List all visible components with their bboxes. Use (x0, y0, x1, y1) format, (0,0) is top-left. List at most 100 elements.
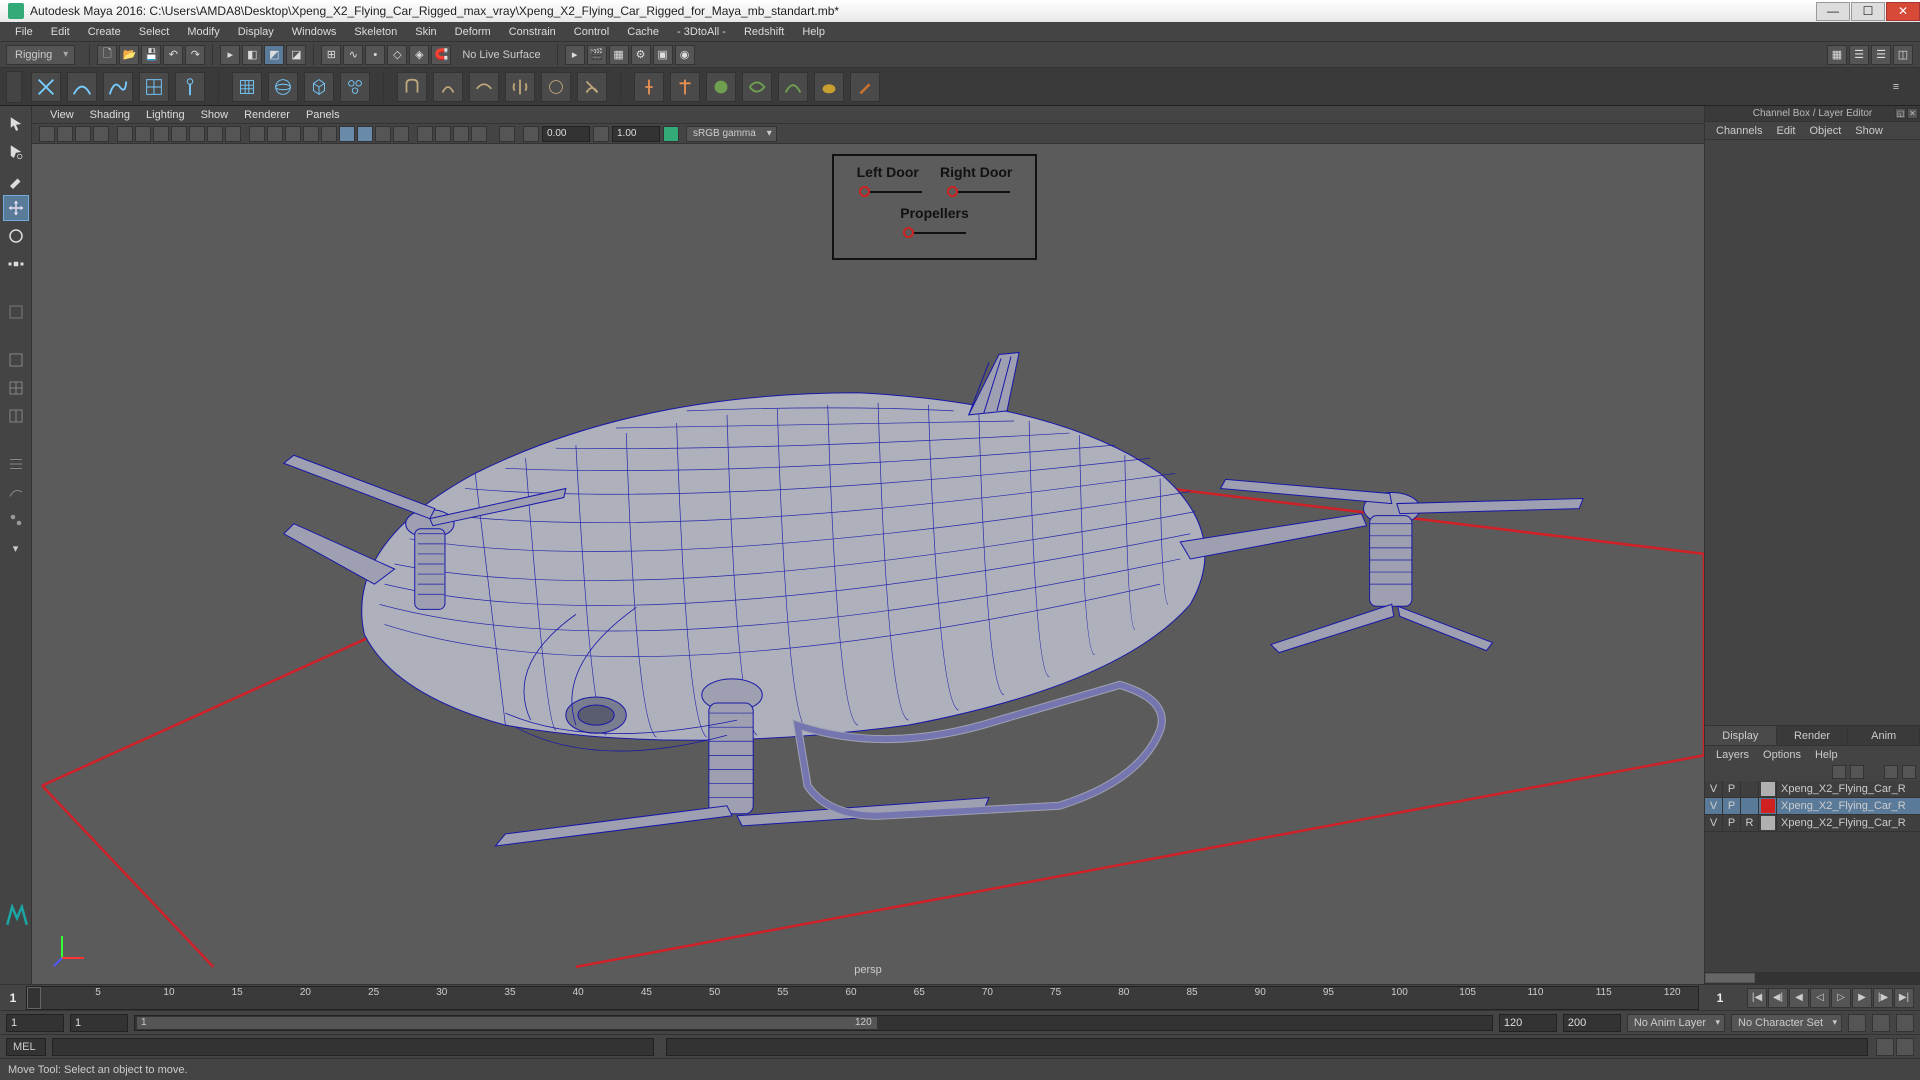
cbox-menu-edit[interactable]: Edit (1769, 125, 1802, 137)
shelf-tabs-grip[interactable] (6, 71, 22, 103)
menu-display[interactable]: Display (229, 26, 283, 38)
layer-color-swatch[interactable] (1761, 782, 1775, 796)
snap-curve-icon[interactable]: ∿ (343, 45, 363, 65)
menu-constrain[interactable]: Constrain (500, 26, 565, 38)
panel-menu-renderer[interactable]: Renderer (236, 109, 298, 121)
menu-modify[interactable]: Modify (178, 26, 228, 38)
range-end-b-field[interactable]: 200 (1563, 1014, 1621, 1032)
open-scene-icon[interactable]: 📂 (119, 45, 139, 65)
vp-xray-icon[interactable] (357, 126, 373, 142)
rig-left-door-slider[interactable] (859, 186, 922, 197)
layer-menu-help[interactable]: Help (1808, 749, 1845, 761)
panel-close-icon[interactable]: ✕ (1907, 108, 1918, 119)
step-back-key-icon[interactable]: ◀| (1768, 988, 1788, 1008)
snap-point-icon[interactable]: • (365, 45, 385, 65)
script-editor-icon[interactable] (1876, 1038, 1894, 1056)
layer-menu-layers[interactable]: Layers (1709, 749, 1756, 761)
layer-vis-toggle[interactable]: V (1705, 815, 1723, 831)
vp-dof-icon[interactable] (471, 126, 487, 142)
layer-move-down-icon[interactable] (1850, 765, 1864, 779)
range-start-b-field[interactable]: 1 (70, 1014, 128, 1032)
wrap-icon[interactable] (742, 72, 772, 102)
last-tool-icon[interactable] (3, 299, 29, 325)
select-object-icon[interactable]: ◧ (242, 45, 262, 65)
lasso-tool-icon[interactable] (3, 139, 29, 165)
panel-undock-icon[interactable]: ◱ (1895, 108, 1906, 119)
save-scene-icon[interactable]: 💾 (141, 45, 161, 65)
layer-name[interactable]: Xpeng_X2_Flying_Car_R (1777, 783, 1920, 795)
render-frame-icon[interactable]: 🎬 (587, 45, 607, 65)
menu-cache[interactable]: Cache (618, 26, 668, 38)
menu-deform[interactable]: Deform (446, 26, 500, 38)
vp-smooth-shade-icon[interactable] (267, 126, 283, 142)
vp-safe-title-icon[interactable] (225, 126, 241, 142)
range-slider[interactable]: 1 120 (134, 1015, 1493, 1031)
snap-live-icon[interactable]: ◈ (409, 45, 429, 65)
layer-row[interactable]: V P Xpeng_X2_Flying_Car_R (1705, 781, 1920, 798)
minimize-button[interactable]: — (1816, 2, 1850, 21)
vp-field-chart-icon[interactable] (189, 126, 205, 142)
layer-type-toggle[interactable] (1741, 781, 1759, 797)
history-icon[interactable]: ▸ (565, 45, 585, 65)
single-pane-icon[interactable] (3, 347, 29, 373)
set-key-icon[interactable] (1872, 1014, 1890, 1032)
vp-ao-icon[interactable] (417, 126, 433, 142)
script-language-toggle[interactable]: MEL (6, 1038, 46, 1056)
timeline-ruler[interactable]: 5101520253035404550556065707580859095100… (26, 986, 1699, 1010)
vp-safe-action-icon[interactable] (207, 126, 223, 142)
cbox-menu-channels[interactable]: Channels (1709, 125, 1769, 137)
layer-tab-display[interactable]: Display (1705, 726, 1777, 745)
vp-gate-mask-icon[interactable] (171, 126, 187, 142)
wire-deformer-icon[interactable] (778, 72, 808, 102)
snap-plane-icon[interactable]: ◇ (387, 45, 407, 65)
scale-tool-icon[interactable] (3, 251, 29, 277)
new-scene-icon[interactable]: 🗋 (97, 45, 117, 65)
menu-help[interactable]: Help (793, 26, 834, 38)
go-start-icon[interactable]: |◀ (1747, 988, 1767, 1008)
menu-skeleton[interactable]: Skeleton (345, 26, 406, 38)
menu-select[interactable]: Select (130, 26, 179, 38)
panel-layout-icon[interactable]: ▦ (1827, 45, 1847, 65)
layer-name[interactable]: Xpeng_X2_Flying_Car_R (1777, 817, 1920, 829)
vp-view-transform-dropdown[interactable]: sRGB gamma (686, 126, 777, 142)
current-time-marker[interactable] (27, 987, 41, 1009)
menu-control[interactable]: Control (565, 26, 618, 38)
layer-playback-toggle[interactable]: P (1723, 781, 1741, 797)
vp-gamma-field[interactable]: 1.00 (612, 126, 660, 142)
four-pane-icon[interactable] (3, 375, 29, 401)
vp-aa-icon[interactable] (453, 126, 469, 142)
layer-name[interactable]: Xpeng_X2_Flying_Car_R (1777, 800, 1920, 812)
panel-menu-view[interactable]: View (42, 109, 82, 121)
channel-box-icon[interactable]: ◫ (1893, 45, 1913, 65)
layer-tab-render[interactable]: Render (1777, 726, 1849, 745)
rig-control-panel[interactable]: Left Door Right Door Propellers (832, 154, 1037, 260)
step-forward-key-icon[interactable]: |▶ (1873, 988, 1893, 1008)
layer-playback-toggle[interactable]: P (1723, 798, 1741, 814)
rotate-tool-icon[interactable] (3, 223, 29, 249)
layer-move-up-icon[interactable] (1832, 765, 1846, 779)
bind-skin-icon[interactable] (397, 72, 427, 102)
menu-create[interactable]: Create (79, 26, 130, 38)
render-settings-icon[interactable]: ⚙ (631, 45, 651, 65)
edge-to-curve-icon[interactable] (67, 72, 97, 102)
paint-select-icon[interactable] (3, 167, 29, 193)
tool-settings-icon[interactable]: ☰ (1871, 45, 1891, 65)
vp-viewport20-icon[interactable] (499, 126, 515, 142)
layer-vis-toggle[interactable]: V (1705, 781, 1723, 797)
blend-shape-icon[interactable] (706, 72, 736, 102)
rig-right-door-slider[interactable] (947, 186, 1010, 197)
layer-row[interactable]: V P R Xpeng_X2_Flying_Car_R (1705, 815, 1920, 832)
menu-windows[interactable]: Windows (283, 26, 346, 38)
joint-tool-icon[interactable] (175, 72, 205, 102)
cbox-menu-object[interactable]: Object (1802, 125, 1848, 137)
snap-together-icon[interactable] (31, 72, 61, 102)
attribute-editor-icon[interactable]: ☰ (1849, 45, 1869, 65)
character-set-dropdown[interactable]: No Character Set (1731, 1014, 1842, 1032)
vp-select-camera-icon[interactable] (39, 126, 55, 142)
skin-tool-icon[interactable] (541, 72, 571, 102)
outliner-icon[interactable] (3, 451, 29, 477)
range-end-a-field[interactable]: 120 (1499, 1014, 1557, 1032)
step-back-icon[interactable]: ◀ (1789, 988, 1809, 1008)
ik-spline-icon[interactable] (670, 72, 700, 102)
cube-wire-icon[interactable] (304, 72, 334, 102)
